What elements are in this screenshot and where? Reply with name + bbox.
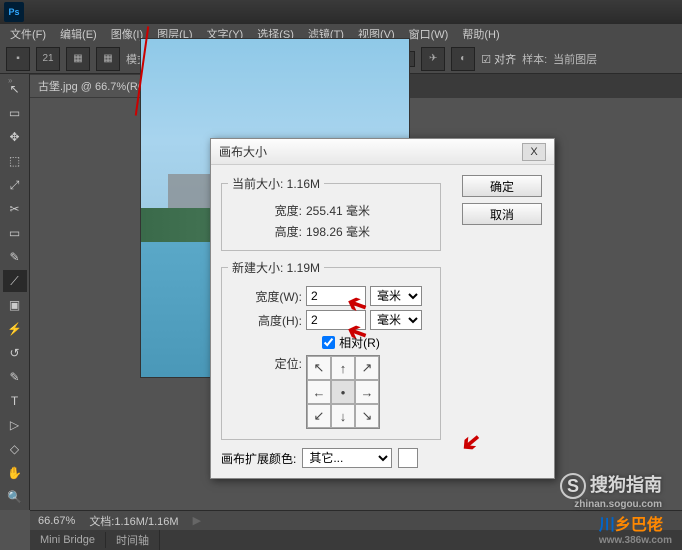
history-brush-tool[interactable]: ▣ [3,294,27,316]
extend-color-select[interactable]: 其它... [302,448,392,468]
status-bar: 66.67% 文档:1.16M/1.16M ▶ [30,510,682,530]
anchor-w[interactable]: ← [307,380,331,404]
new-width-input[interactable] [306,286,366,306]
spot-heal-tool[interactable]: ▭ [3,222,27,244]
zoom-value[interactable]: 66.67% [38,515,75,527]
tool-panel: » ↖ ▭ ✥ ⬚ ⤢ ✂ ▭ ✎ ⟋ ▣ ⚡ ↺ ✎ T ▷ ◇ ✋ 🔍 [0,74,30,510]
anchor-center[interactable]: • [331,380,355,404]
menu-edit[interactable]: 编辑(E) [54,24,103,44]
menu-file[interactable]: 文件(F) [4,24,52,44]
new-width-label: 宽度(W): [232,288,302,305]
canvas-size-dialog: 画布大小 X 确定 取消 当前大小: 1.16M 宽度: 255.41 毫米 高… [210,138,555,479]
zoom-tool[interactable]: 🔍 [3,486,27,508]
brush-panel-icon[interactable]: ▦ [66,47,90,71]
sogou-logo-icon: S [560,473,586,499]
watermark-sogou: S搜狗指南 zhinan.sogou.com [560,471,662,510]
hand-tool[interactable]: ✋ [3,462,27,484]
pen-tool[interactable]: ✎ [3,366,27,388]
anchor-sw[interactable]: ↙ [307,404,331,428]
watermark-url: zhinan.sogou.com [560,499,662,510]
tool-preset-icon[interactable]: ▪ [6,47,30,71]
menu-window[interactable]: 窗口(W) [403,24,455,44]
cancel-button[interactable]: 取消 [462,203,542,225]
brush-preset-icon[interactable]: 21 [36,47,60,71]
anchor-ne[interactable]: ↗ [355,356,379,380]
anchor-s[interactable]: ↓ [331,404,355,428]
lasso-tool[interactable]: ✥ [3,126,27,148]
extend-color-swatch[interactable] [398,448,418,468]
brush-panel2-icon[interactable]: ▦ [96,47,120,71]
new-height-unit[interactable]: 毫米 [370,310,422,330]
gradient-tool[interactable]: ↺ [3,342,27,364]
title-bar: Ps [0,0,682,24]
app-logo: Ps [4,2,24,22]
eyedropper-tool[interactable]: ✂ [3,198,27,220]
relative-label: 相对(R) [339,334,380,351]
status-arrow-icon[interactable]: ▶ [193,514,201,527]
marquee-tool[interactable]: ▭ [3,102,27,124]
annotation-arrow-swatch: ➔ [454,425,488,460]
quick-select-tool[interactable]: ⬚ [3,150,27,172]
current-height-value: 198.26 毫米 [306,223,370,240]
shape-tool[interactable]: ◇ [3,438,27,460]
eraser-tool[interactable]: ⚡ [3,318,27,340]
bottom-panel-tabs: Mini Bridge 时间轴 [30,530,682,550]
clone-stamp-tool[interactable]: ⟋ [3,270,27,292]
anchor-e[interactable]: → [355,380,379,404]
sample-value[interactable]: 当前图层 [553,51,597,67]
new-height-label: 高度(H): [232,312,302,329]
menu-help[interactable]: 帮助(H) [456,24,505,44]
dialog-title-bar[interactable]: 画布大小 X [211,139,554,165]
anchor-nw[interactable]: ↖ [307,356,331,380]
type-tool[interactable]: T [3,390,27,412]
watermark2-url: www.386w.com [599,535,672,546]
current-width-label: 宽度: [232,202,302,219]
tab-mini-bridge[interactable]: Mini Bridge [30,532,106,548]
dialog-title: 画布大小 [219,143,267,160]
sample-label: 样本: [522,51,547,67]
current-width-value: 255.41 毫米 [306,202,370,219]
extend-color-row: 画布扩展颜色: 其它... ➔ [221,448,544,468]
new-width-unit[interactable]: 毫米 [370,286,422,306]
current-size-group: 当前大小: 1.16M 宽度: 255.41 毫米 高度: 198.26 毫米 [221,175,441,251]
tab-timeline[interactable]: 时间轴 [106,530,160,550]
crop-tool[interactable]: ⤢ [3,174,27,196]
anchor-se[interactable]: ↘ [355,404,379,428]
doc-size[interactable]: 文档:1.16M/1.16M [89,513,178,529]
new-height-input[interactable] [306,310,366,330]
anchor-label: 定位: [232,355,302,372]
move-tool[interactable]: ↖ [3,78,27,100]
anchor-n[interactable]: ↑ [331,356,355,380]
airbrush-icon[interactable]: ✈ [421,47,445,71]
new-size-group: 新建大小: 1.19M 宽度(W): 毫米 高度(H): 毫米 相对(R) 定位… [221,259,441,440]
watermark-386w: 川乡巴佬 www.386w.com [599,511,672,546]
new-size-legend: 新建大小: 1.19M [228,259,324,276]
align-checkbox[interactable]: ☑ 对齐 [481,51,516,67]
flow-pressure-icon[interactable]: ◐ [451,47,475,71]
ok-button[interactable]: 确定 [462,175,542,197]
current-size-legend: 当前大小: 1.16M [228,175,324,192]
extend-color-label: 画布扩展颜色: [221,450,296,467]
dialog-close-button[interactable]: X [522,143,546,161]
path-select-tool[interactable]: ▷ [3,414,27,436]
relative-checkbox[interactable] [322,336,335,349]
current-height-label: 高度: [232,223,302,240]
anchor-grid: ↖ ↑ ↗ ← • → ↙ ↓ ↘ [306,355,380,429]
brush-tool[interactable]: ✎ [3,246,27,268]
